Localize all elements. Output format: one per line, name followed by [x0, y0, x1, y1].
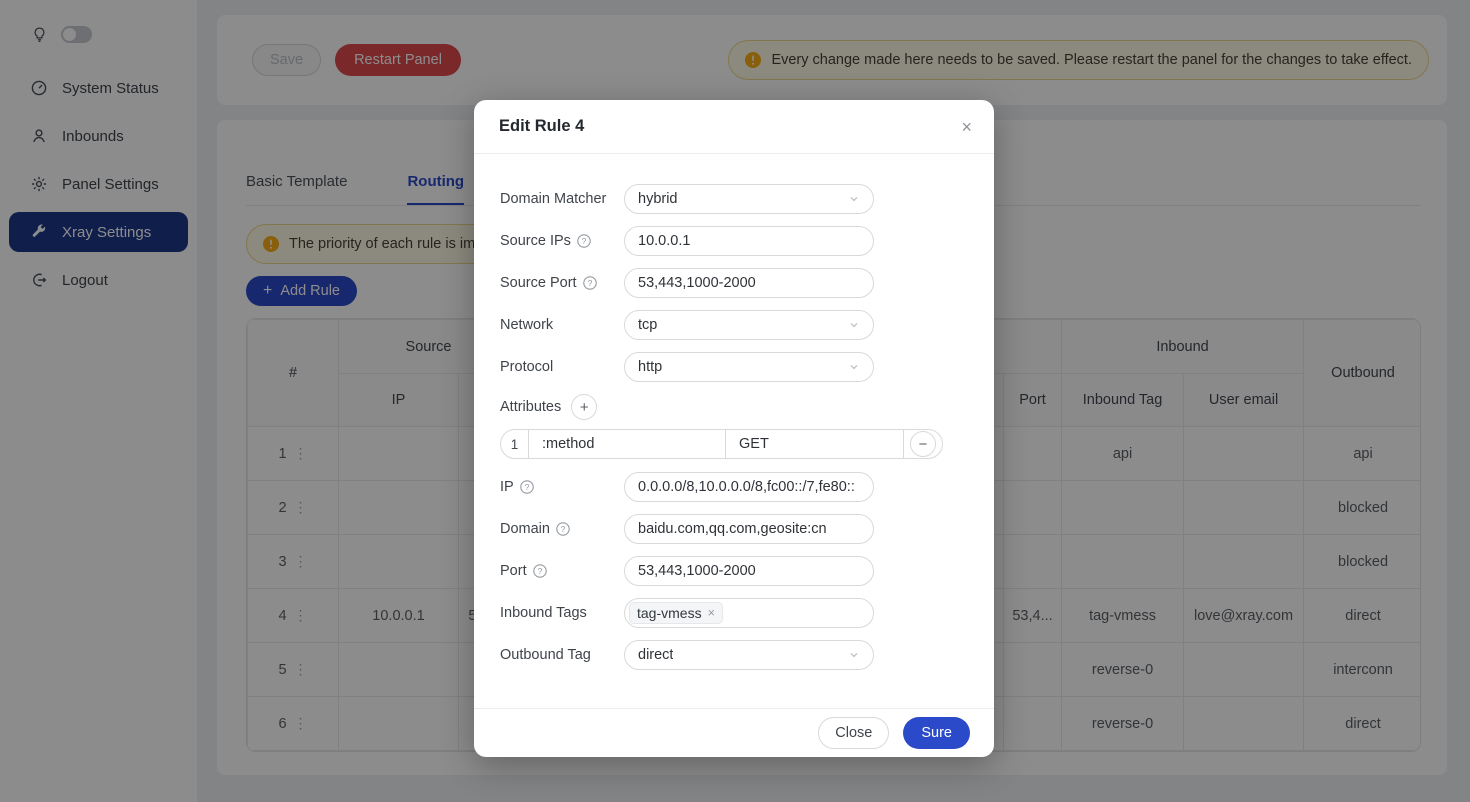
sure-button[interactable]: Sure [903, 717, 970, 749]
field-ip: IP ? 0.0.0.0/8,10.0.0.0/8,fc00::/7,fe80:… [500, 472, 970, 502]
field-source-port: Source Port ? 53,443,1000-2000 [500, 268, 970, 298]
field-attributes: Attributes + [500, 394, 970, 420]
svg-text:?: ? [561, 524, 566, 534]
modal-body: Domain Matcher hybrid Source IPs ? 10.0.… [474, 154, 994, 708]
field-protocol: Protocol http [500, 352, 970, 382]
field-source-ips: Source IPs ? 10.0.0.1 [500, 226, 970, 256]
help-icon: ? [583, 276, 597, 290]
help-icon: ? [577, 234, 591, 248]
chevron-down-icon [848, 649, 860, 661]
port-input[interactable]: 53,443,1000-2000 [624, 556, 874, 586]
help-icon: ? [520, 480, 534, 494]
close-button[interactable]: Close [818, 717, 889, 749]
plus-icon: + [580, 400, 589, 415]
network-select[interactable]: tcp [624, 310, 874, 340]
attribute-row: 1 :method GET − [500, 429, 943, 459]
modal-title: Edit Rule 4 [499, 117, 584, 136]
domain-matcher-select[interactable]: hybrid [624, 184, 874, 214]
svg-text:?: ? [524, 482, 529, 492]
tag-chip[interactable]: tag-vmess × [629, 602, 723, 624]
domain-input[interactable]: baidu.com,qq.com,geosite:cn [624, 514, 874, 544]
svg-text:?: ? [582, 236, 587, 246]
chevron-down-icon [848, 361, 860, 373]
modal-header: Edit Rule 4 × [474, 100, 994, 154]
attribute-index: 1 [501, 430, 529, 458]
outbound-tag-select[interactable]: direct [624, 640, 874, 670]
svg-text:?: ? [537, 566, 542, 576]
edit-rule-modal: Edit Rule 4 × Domain Matcher hybrid Sour… [474, 100, 994, 757]
svg-text:?: ? [587, 278, 592, 288]
ip-input[interactable]: 0.0.0.0/8,10.0.0.0/8,fc00::/7,fe80:: [624, 472, 874, 502]
modal-footer: Close Sure [474, 708, 994, 757]
remove-attribute-button[interactable]: − [910, 431, 936, 457]
close-icon[interactable]: × [961, 118, 972, 136]
minus-icon: − [919, 437, 928, 452]
field-inbound-tags: Inbound Tags tag-vmess × [500, 598, 970, 628]
attribute-key-input[interactable]: :method [529, 430, 726, 458]
field-domain-matcher: Domain Matcher hybrid [500, 184, 970, 214]
help-icon: ? [533, 564, 547, 578]
remove-tag-icon[interactable]: × [708, 607, 715, 620]
attribute-value-input[interactable]: GET [726, 430, 904, 458]
field-port: Port ? 53,443,1000-2000 [500, 556, 970, 586]
chevron-down-icon [848, 193, 860, 205]
field-domain: Domain ? baidu.com,qq.com,geosite:cn [500, 514, 970, 544]
add-attribute-button[interactable]: + [571, 394, 597, 420]
field-outbound-tag: Outbound Tag direct [500, 640, 970, 670]
field-network: Network tcp [500, 310, 970, 340]
source-ips-input[interactable]: 10.0.0.1 [624, 226, 874, 256]
inbound-tags-input[interactable]: tag-vmess × [624, 598, 874, 628]
help-icon: ? [556, 522, 570, 536]
chevron-down-icon [848, 319, 860, 331]
source-port-input[interactable]: 53,443,1000-2000 [624, 268, 874, 298]
protocol-select[interactable]: http [624, 352, 874, 382]
